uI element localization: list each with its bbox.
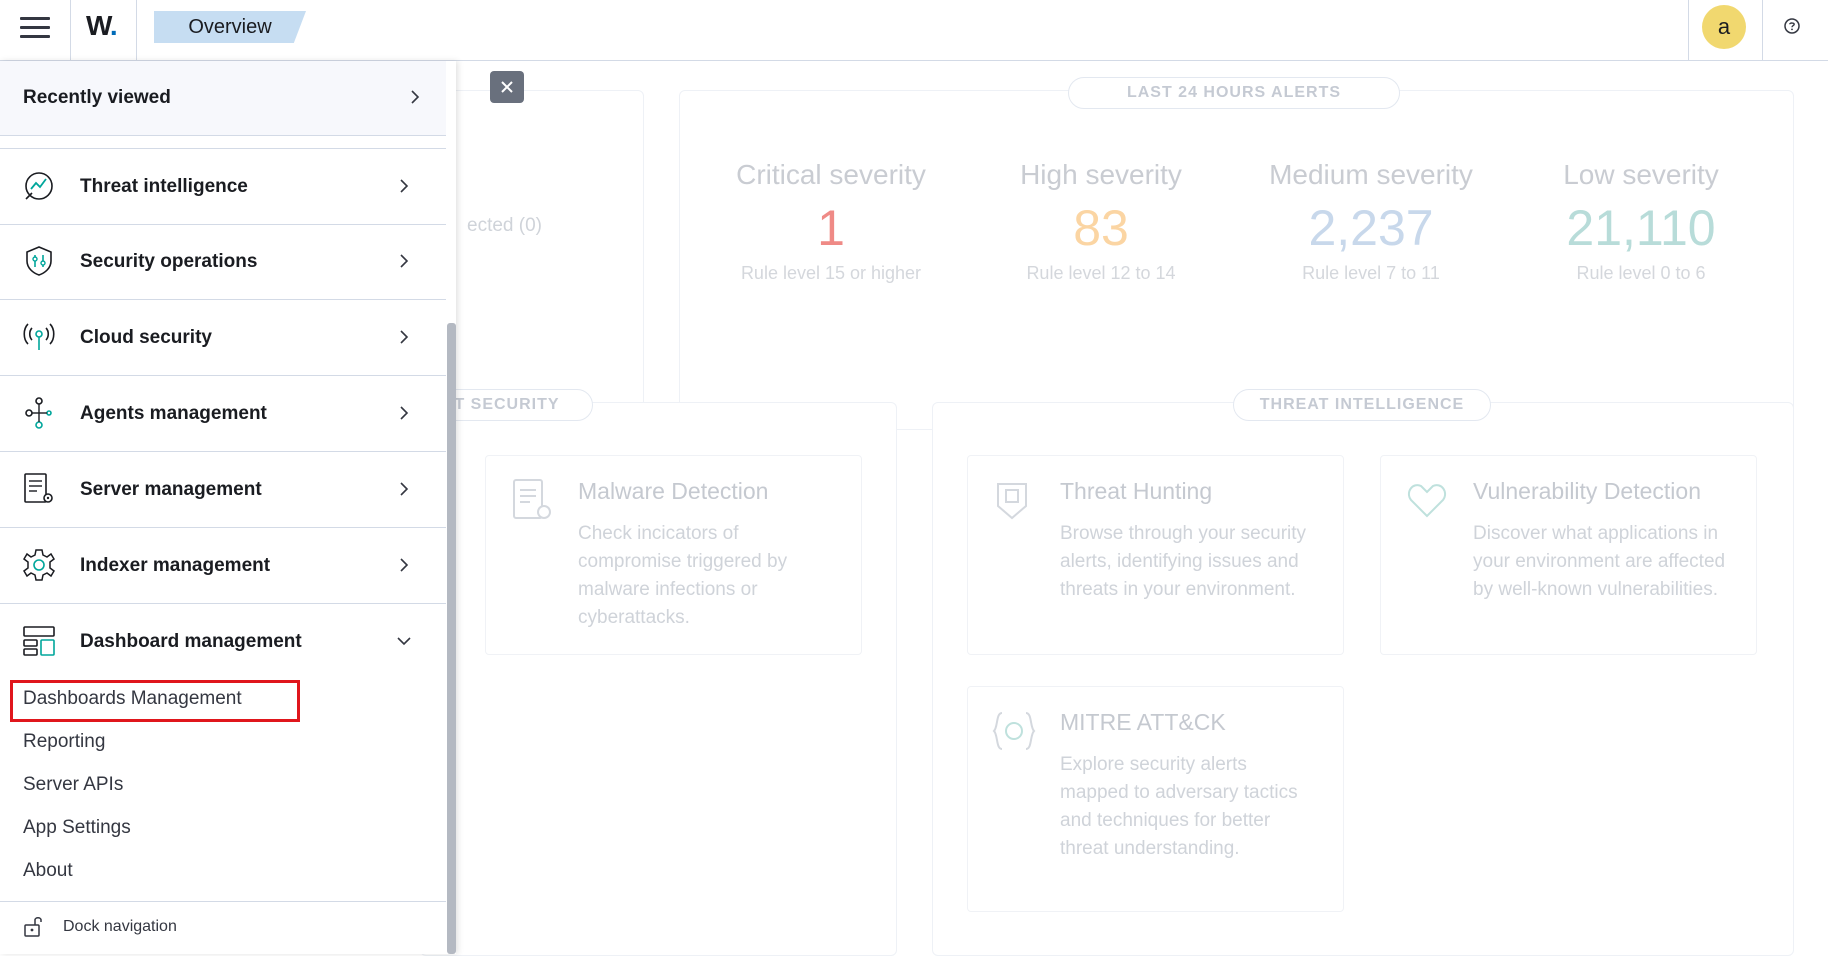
chevron-right-icon: [400, 482, 409, 496]
subitem-server-apis[interactable]: Server APIs: [23, 774, 123, 796]
threat-hunting-card[interactable]: Threat Hunting Browse through your secur…: [967, 455, 1344, 655]
high-severity-stat[interactable]: High severity 83 Rule level 12 to 14: [981, 159, 1221, 284]
header-divider: [70, 0, 71, 60]
chevron-right-icon: [400, 254, 409, 268]
lock-open-icon: [24, 917, 42, 937]
threat-intelligence-panel: THREAT INTELLIGENCE Threat Hunting Brows…: [932, 389, 1794, 956]
navigation-flyout: Recently viewed Threat intelligence Secu…: [0, 61, 456, 954]
nav-item-dashboard-management[interactable]: Dashboard management: [0, 604, 446, 679]
chevron-right-icon: [400, 179, 409, 193]
vulnerability-detection-card[interactable]: Vulnerability Detection Discover what ap…: [1380, 455, 1757, 655]
alerts-section-title: LAST 24 HOURS ALERTS: [1068, 77, 1400, 109]
agents-icon: [25, 397, 52, 429]
low-severity-stat[interactable]: Low severity 21,110 Rule level 0 to 6: [1521, 159, 1761, 284]
chevron-right-icon: [400, 406, 409, 420]
heart-icon: [1407, 484, 1447, 518]
nav-item-security-operations[interactable]: Security operations: [0, 224, 446, 300]
dock-navigation-button[interactable]: Dock navigation: [0, 901, 446, 955]
chevron-right-icon: [411, 90, 420, 104]
server-doc-icon: [24, 473, 53, 503]
target-braces-icon: [992, 712, 1036, 750]
header-divider: [1688, 0, 1689, 60]
header-divider: [136, 0, 137, 60]
cloud-signal-icon: [23, 323, 55, 350]
nav-item-threat-intelligence[interactable]: Threat intelligence: [0, 148, 446, 225]
threat-section-title: THREAT INTELLIGENCE: [1233, 389, 1491, 421]
medium-severity-stat[interactable]: Medium severity 2,237 Rule level 7 to 11: [1251, 159, 1491, 284]
threat-intel-icon: [25, 172, 53, 200]
chevron-right-icon: [400, 558, 409, 572]
dashboard-icon: [23, 626, 55, 656]
subitem-about[interactable]: About: [23, 860, 73, 882]
alerts-panel: LAST 24 HOURS ALERTS Critical severity 1…: [679, 77, 1794, 430]
nav-item-indexer-management[interactable]: Indexer management: [0, 528, 446, 604]
malware-detection-card[interactable]: Malware Detection Check incicators of co…: [485, 455, 862, 655]
threat-hunting-icon: [997, 483, 1027, 520]
disconnected-agents-count[interactable]: ected (0): [467, 215, 542, 237]
endpoint-security-panel: T SECURITY Malware Detection Check incic…: [420, 389, 897, 956]
help-icon[interactable]: [1782, 16, 1802, 36]
top-header: W. Overview a: [0, 0, 1828, 61]
close-nav-button[interactable]: [490, 71, 524, 103]
nav-item-server-management[interactable]: Server management: [0, 452, 446, 528]
menu-hamburger-icon[interactable]: [20, 17, 50, 41]
chevron-right-icon: [400, 330, 409, 344]
nav-item-cloud-security[interactable]: Cloud security: [0, 300, 446, 376]
subitem-app-settings[interactable]: App Settings: [23, 817, 131, 839]
breadcrumb-overview[interactable]: Overview: [154, 11, 306, 43]
close-icon: [501, 81, 513, 93]
user-avatar[interactable]: a: [1702, 5, 1746, 49]
nav-item-agents-management[interactable]: Agents management: [0, 376, 446, 452]
mitre-attack-card[interactable]: MITRE ATT&CK Explore security alerts map…: [967, 686, 1344, 912]
nav-scrollbar-thumb[interactable]: [447, 323, 456, 954]
recently-viewed-row[interactable]: Recently viewed: [0, 61, 446, 136]
shield-icon: [26, 246, 52, 276]
app-logo[interactable]: W.: [86, 10, 118, 42]
gear-icon: [23, 549, 55, 581]
subitem-reporting[interactable]: Reporting: [23, 731, 105, 753]
header-divider: [1762, 0, 1763, 60]
subitem-dashboards-management[interactable]: Dashboards Management: [23, 688, 242, 710]
malware-doc-gear-icon: [513, 479, 551, 519]
chevron-down-icon: [397, 637, 411, 646]
critical-severity-stat[interactable]: Critical severity 1 Rule level 15 or hig…: [711, 159, 951, 284]
